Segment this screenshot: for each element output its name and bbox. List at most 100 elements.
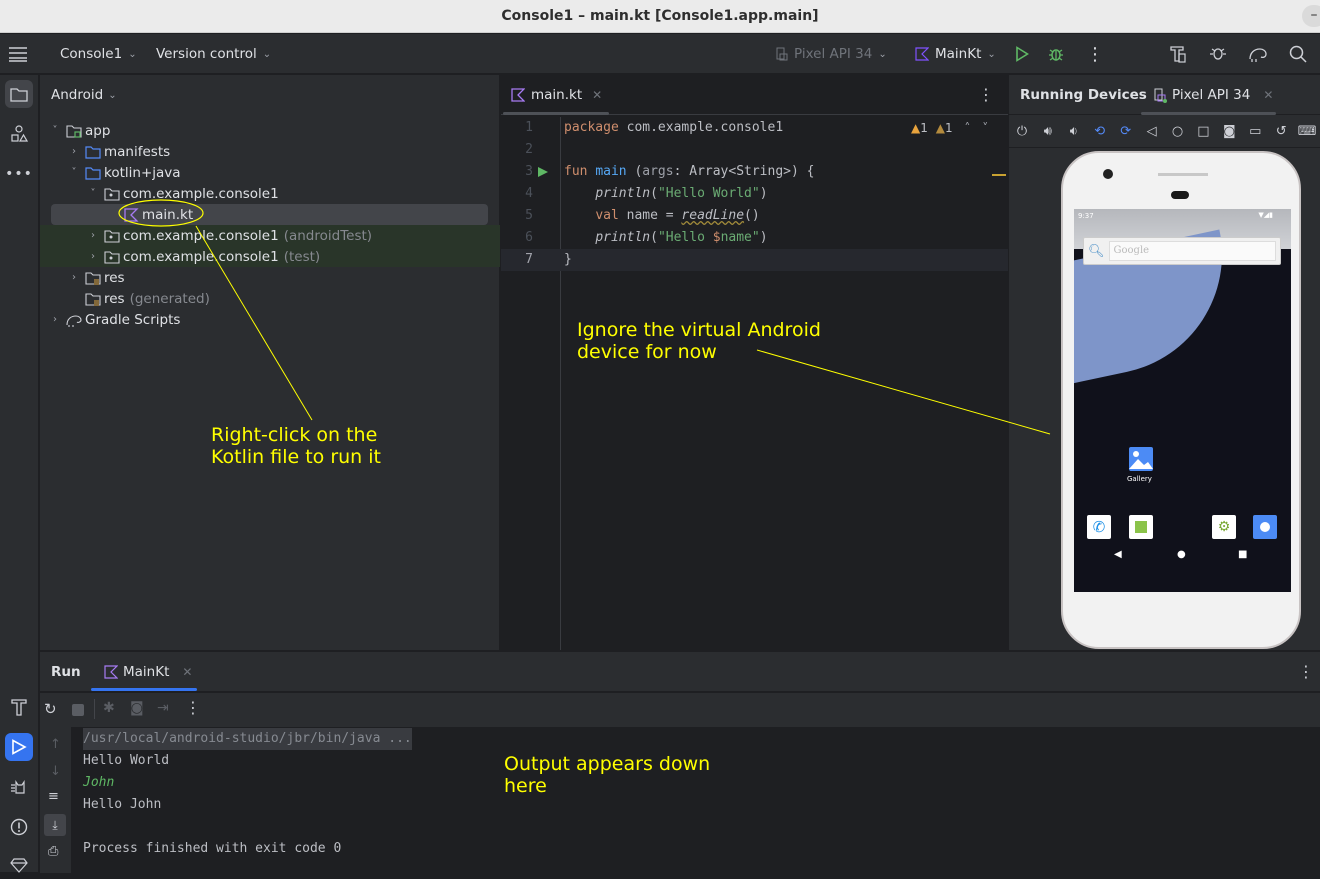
build-analyzer-button[interactable] bbox=[1170, 34, 1186, 74]
chevron-down-icon[interactable]: ˅ bbox=[86, 188, 100, 199]
project-tool-button[interactable] bbox=[5, 80, 33, 108]
editor-more-button[interactable]: ⋮ bbox=[978, 85, 994, 104]
print-icon[interactable]: ⎙ bbox=[48, 844, 58, 859]
camera-app-icon[interactable] bbox=[1253, 515, 1277, 539]
screenshot-icon[interactable]: ◙ bbox=[130, 700, 144, 716]
soft-wrap-icon[interactable]: ≡ bbox=[48, 789, 59, 804]
nav-recents-icon[interactable]: ■ bbox=[1238, 549, 1247, 560]
logcat-tool-button[interactable] bbox=[5, 773, 33, 801]
code-line-5[interactable]: 5 val name = readLine() bbox=[501, 205, 1008, 227]
problems-tool-button[interactable] bbox=[5, 813, 33, 841]
reset-icon[interactable]: ↺ bbox=[1268, 119, 1294, 145]
stop-icon[interactable] bbox=[72, 704, 84, 716]
google-search-widget[interactable]: 🔍︎ Google bbox=[1083, 237, 1281, 265]
volume-down-icon[interactable]: 🔉︎ bbox=[1061, 119, 1087, 145]
package-icon bbox=[104, 250, 120, 264]
overview-icon[interactable]: □ bbox=[1190, 119, 1216, 145]
close-tab-icon[interactable]: ✕ bbox=[592, 88, 602, 102]
build-tool-button[interactable] bbox=[5, 693, 33, 721]
tree-item[interactable]: ˅ com.example.console1 bbox=[40, 183, 500, 204]
run-more-button[interactable]: ⋮ bbox=[1298, 662, 1314, 681]
chevron-right-icon[interactable]: › bbox=[86, 230, 100, 241]
home-icon[interactable]: ○ bbox=[1165, 119, 1191, 145]
run-button[interactable] bbox=[1015, 34, 1029, 74]
tree-item[interactable]: › com.example.console1 (androidTest) bbox=[40, 225, 500, 246]
project-selector[interactable]: Console1 ⌄ bbox=[60, 34, 137, 74]
rotate-right-icon[interactable]: ⟳ bbox=[1113, 119, 1139, 145]
code-line-4[interactable]: 4 println("Hello World") bbox=[501, 183, 1008, 205]
code-line-1[interactable]: 1 package com.example.console1 ▲1 ▲1 ˄ ˅ bbox=[501, 117, 1008, 139]
scroll-to-end-icon[interactable]: ⤓ bbox=[44, 814, 66, 836]
run-tool-button[interactable] bbox=[5, 733, 33, 761]
package-icon bbox=[104, 229, 120, 243]
android-app-icon[interactable]: ⚙ bbox=[1212, 515, 1236, 539]
chevron-right-icon[interactable]: › bbox=[67, 272, 81, 283]
volume-up-icon[interactable]: 🔊︎ bbox=[1035, 119, 1061, 145]
app-quality-tool-button[interactable] bbox=[5, 851, 33, 879]
editor-tab-main-kt[interactable]: main.kt ✕ bbox=[511, 75, 602, 115]
tree-item[interactable]: › com.example.console1 (test) bbox=[40, 246, 500, 267]
more-tools-button[interactable]: ••• bbox=[5, 160, 33, 188]
tree-item[interactable]: › res bbox=[40, 267, 500, 288]
chevron-right-icon[interactable]: › bbox=[48, 314, 62, 325]
tree-item[interactable]: res (generated) bbox=[40, 288, 500, 309]
device-manager-button[interactable] bbox=[1209, 34, 1227, 74]
next-highlight-icon[interactable]: ˅ bbox=[982, 121, 988, 135]
tree-item[interactable]: ˅ app bbox=[40, 120, 500, 141]
arrow-up-icon[interactable]: ↑ bbox=[50, 737, 61, 752]
warning-stripe[interactable] bbox=[992, 174, 1006, 176]
tree-item[interactable]: ˅ kotlin+java bbox=[40, 162, 500, 183]
code-text: ( bbox=[650, 230, 658, 245]
close-tab-icon[interactable]: ✕ bbox=[182, 665, 192, 679]
close-tab-icon[interactable]: ✕ bbox=[1263, 88, 1273, 102]
code-line-3[interactable]: 3 fun main (args: Array<String>) { bbox=[501, 161, 1008, 183]
attach-debugger-icon[interactable]: ✱ bbox=[103, 700, 115, 716]
tree-item[interactable]: › Gradle Scripts bbox=[40, 309, 500, 330]
run-config-selector[interactable]: MainKt ⌄ bbox=[915, 34, 996, 74]
resource-manager-button[interactable] bbox=[5, 120, 33, 148]
run-gutter-icon[interactable] bbox=[537, 166, 549, 178]
code-line-7[interactable]: 7 } bbox=[501, 249, 1008, 271]
record-icon[interactable]: ▭ bbox=[1242, 119, 1268, 145]
run-tab-mainkt[interactable]: MainKt ✕ bbox=[104, 664, 192, 680]
phone-app-icon[interactable]: ✆ bbox=[1087, 515, 1111, 539]
device-tab[interactable]: Pixel API 34 ✕ bbox=[1154, 87, 1273, 103]
prev-highlight-icon[interactable]: ˄ bbox=[964, 121, 970, 135]
gallery-app-icon[interactable] bbox=[1129, 447, 1153, 471]
more-actions-button[interactable]: ⋮ bbox=[1086, 34, 1104, 74]
chevron-right-icon[interactable]: › bbox=[86, 251, 100, 262]
power-icon[interactable]: ⏻ bbox=[1009, 119, 1035, 145]
rerun-icon[interactable]: ↻ bbox=[44, 700, 57, 718]
more-vertical-icon[interactable]: ⋮ bbox=[185, 698, 201, 717]
kotlin-icon bbox=[104, 665, 118, 679]
messaging-app-icon[interactable] bbox=[1129, 515, 1153, 539]
nav-back-icon[interactable]: ◀ bbox=[1114, 549, 1122, 560]
exit-icon[interactable]: ⇥ bbox=[157, 700, 169, 716]
search-button[interactable] bbox=[1289, 34, 1307, 74]
back-icon[interactable]: ◁ bbox=[1139, 119, 1165, 145]
debug-button[interactable] bbox=[1048, 34, 1064, 74]
nav-home-icon[interactable]: ● bbox=[1177, 549, 1186, 560]
chevron-right-icon[interactable]: › bbox=[67, 146, 81, 157]
camera-icon[interactable]: ◙ bbox=[1216, 119, 1242, 145]
code-text: ) bbox=[759, 230, 768, 245]
device-icon bbox=[776, 47, 788, 61]
project-view-selector[interactable]: Android ⌄ bbox=[51, 87, 117, 103]
minimize-button[interactable]: – bbox=[1302, 5, 1320, 27]
arrow-down-icon[interactable]: ↓ bbox=[50, 764, 61, 779]
rotate-left-icon[interactable]: ⟲ bbox=[1087, 119, 1113, 145]
chevron-down-icon[interactable]: ˅ bbox=[67, 167, 81, 178]
device-selector[interactable]: Pixel API 34 ⌄ bbox=[776, 34, 887, 74]
code-line-2[interactable]: 2 bbox=[501, 139, 1008, 161]
tree-item[interactable]: › manifests bbox=[40, 141, 500, 162]
keyboard-icon[interactable]: ⌨ bbox=[1294, 119, 1320, 145]
sync-gradle-button[interactable] bbox=[1248, 34, 1268, 74]
google-search-field[interactable]: Google bbox=[1108, 241, 1276, 261]
vcs-selector[interactable]: Version control ⌄ bbox=[156, 34, 271, 74]
phone-screen[interactable]: 9:37 ▼◢▮ 🔍︎ Google Gallery ✆ ⚙ ◀ ● ■ bbox=[1074, 209, 1291, 592]
main-menu-button[interactable] bbox=[8, 34, 28, 74]
tree-item[interactable]: main.kt bbox=[51, 204, 488, 225]
code-line-6[interactable]: 6 println("Hello $name") bbox=[501, 227, 1008, 249]
inspection-widget[interactable]: ▲1 ▲1 ˄ ˅ bbox=[911, 117, 988, 139]
chevron-down-icon[interactable]: ˅ bbox=[48, 125, 62, 136]
